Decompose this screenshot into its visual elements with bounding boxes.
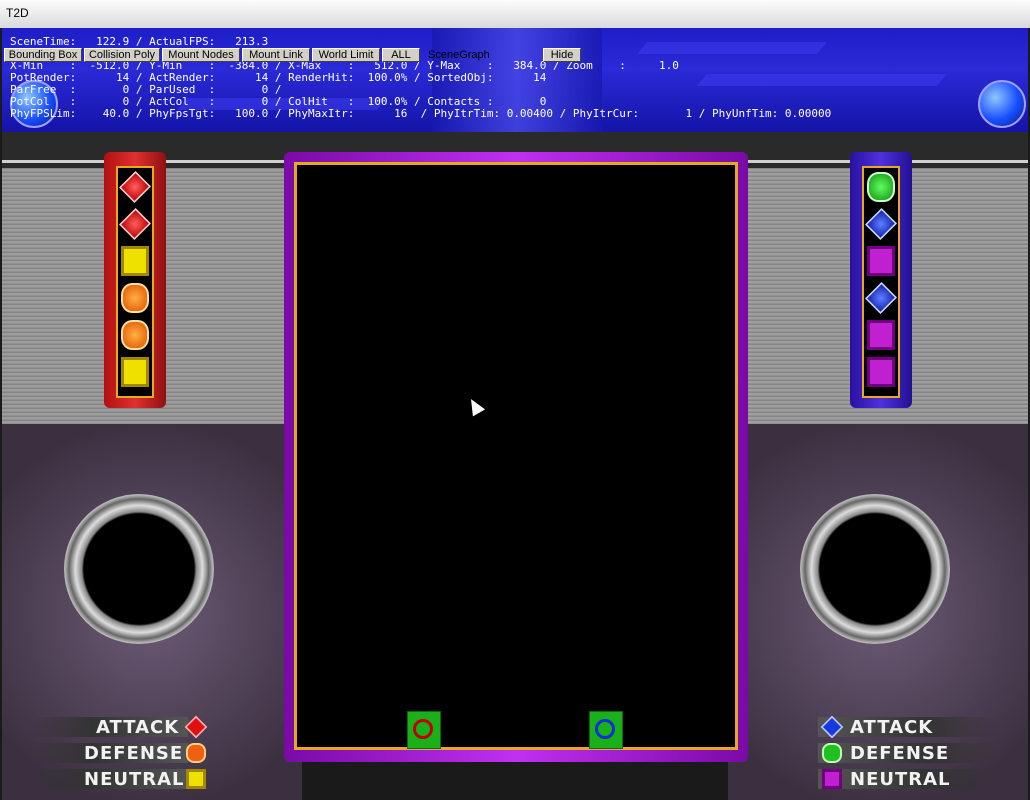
right-orb <box>978 80 1026 128</box>
collision-poly-button[interactable]: Collision Poly <box>84 48 160 62</box>
defense-hex-icon <box>186 743 206 763</box>
gem-red-diamond-2 <box>119 208 151 240</box>
mount-nodes-button[interactable]: Mount Nodes <box>162 48 240 62</box>
neutral-square-icon <box>822 769 842 789</box>
game-viewport[interactable]: ATTACK DEFENSE NEUTRAL ATTACK DEFENSE NE… <box>0 28 1030 800</box>
debug-line-scenetime: SceneTime: 122.9 / ActualFPS: 213.3 <box>10 35 269 48</box>
legend-neutral-label: NEUTRAL <box>850 769 951 790</box>
gem-orange-hex-1 <box>121 283 149 313</box>
legend-defense-label: DEFENSE <box>84 743 184 764</box>
right-legend: ATTACK DEFENSE NEUTRAL <box>818 714 1008 792</box>
gem-red-diamond-1 <box>119 171 151 203</box>
attack-diamond-icon <box>184 715 208 739</box>
legend-neutral-row: NEUTRAL <box>818 766 1008 792</box>
legend-defense-row: DEFENSE <box>818 740 1008 766</box>
legend-attack-label: ATTACK <box>96 717 180 738</box>
debug-line-physics: PhyFPSLim: 40.0 / PhyFpsTgt: 100.0 / Phy… <box>10 107 832 120</box>
legend-defense-label: DEFENSE <box>850 743 950 764</box>
left-port <box>64 494 214 644</box>
red-player-pad[interactable] <box>407 711 441 749</box>
right-gem-panel <box>850 152 912 408</box>
window-title: T2D <box>6 6 29 20</box>
left-legend: ATTACK DEFENSE NEUTRAL <box>28 714 218 792</box>
hide-button[interactable]: Hide <box>543 48 581 62</box>
gem-blue-diamond-1 <box>865 208 897 240</box>
gem-orange-hex-2 <box>121 320 149 350</box>
red-target-icon <box>413 719 433 739</box>
legend-attack-label: ATTACK <box>850 717 934 738</box>
world-limit-button[interactable]: World Limit <box>312 48 380 62</box>
all-button[interactable]: ALL <box>382 48 420 62</box>
gem-yellow-square-2 <box>121 357 149 387</box>
legend-attack-row: ATTACK <box>818 714 1008 740</box>
left-gem-column <box>116 166 154 398</box>
legend-neutral-label: NEUTRAL <box>84 769 185 790</box>
defense-hex-icon <box>822 743 842 763</box>
gem-purple-square-1 <box>867 246 895 276</box>
right-port <box>800 494 950 644</box>
legend-defense-row: DEFENSE <box>28 740 218 766</box>
mount-link-button[interactable]: Mount Link <box>242 48 310 62</box>
gem-purple-square-2 <box>867 320 895 350</box>
left-gem-panel <box>104 152 166 408</box>
right-gem-column <box>862 166 900 398</box>
neutral-square-icon <box>186 769 206 789</box>
legend-neutral-row: NEUTRAL <box>28 766 218 792</box>
window-titlebar: T2D <box>0 0 1030 29</box>
playfield[interactable] <box>294 162 738 750</box>
gem-yellow-square-1 <box>121 246 149 276</box>
gem-green-hex-1 <box>867 172 895 202</box>
legend-attack-row: ATTACK <box>28 714 218 740</box>
gem-blue-diamond-2 <box>865 282 897 314</box>
blue-target-icon <box>595 719 615 739</box>
playfield-frame <box>284 152 748 762</box>
gem-purple-square-3 <box>867 357 895 387</box>
blue-player-pad[interactable] <box>589 711 623 749</box>
scenegraph-label: SceneGraph <box>428 49 490 61</box>
bounding-box-button[interactable]: Bounding Box <box>4 48 82 62</box>
